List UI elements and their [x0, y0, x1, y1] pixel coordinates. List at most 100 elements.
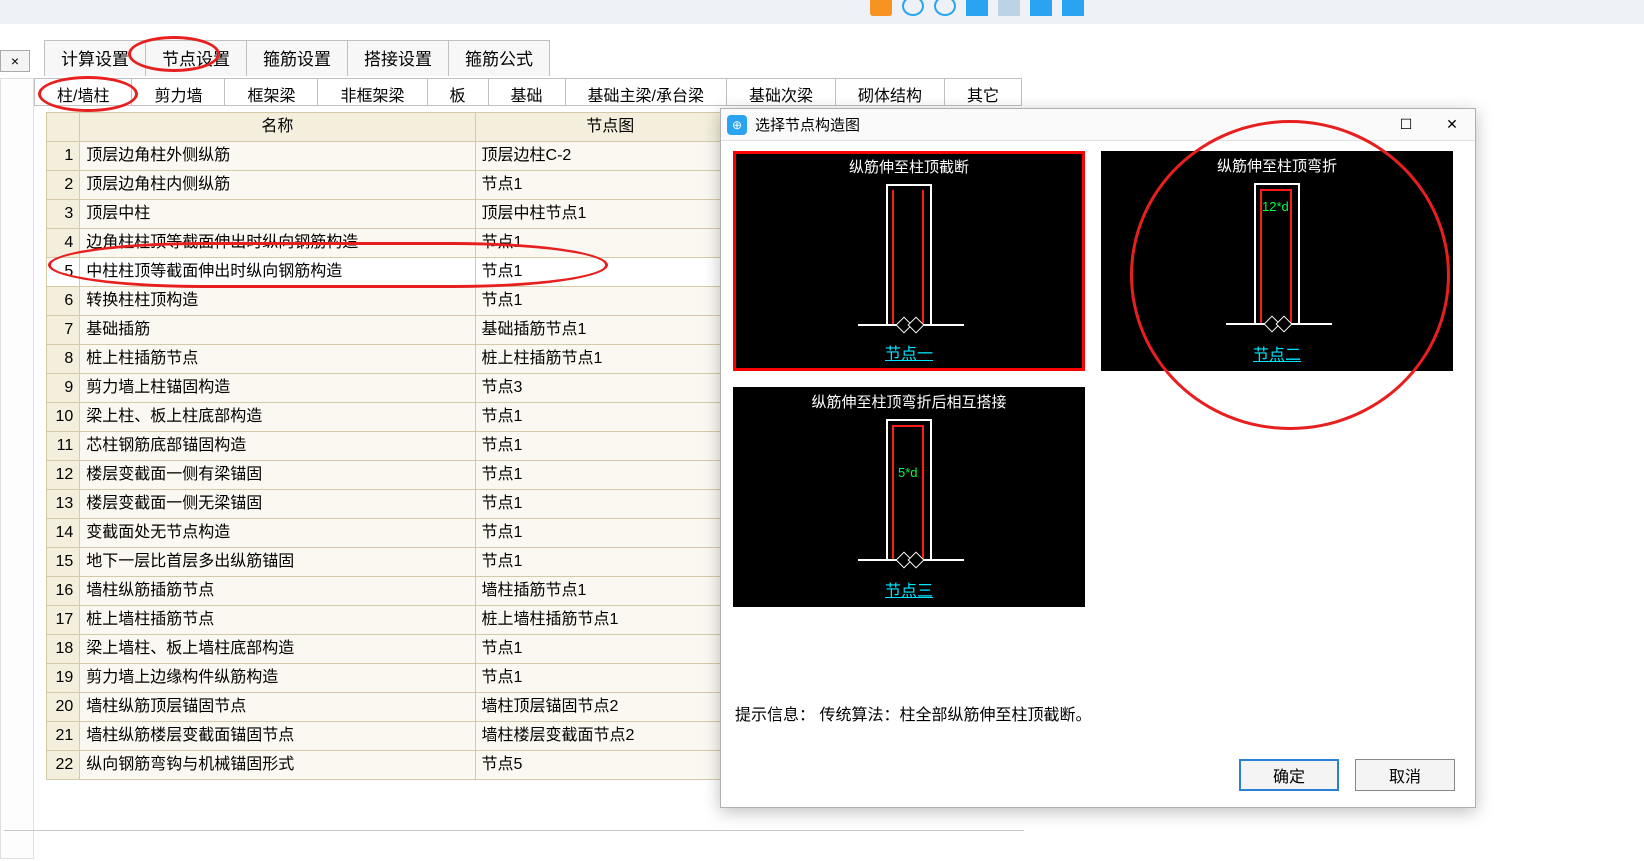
- subtab-shearwall[interactable]: 剪力墙: [132, 79, 225, 105]
- table-row[interactable]: 7基础插筋基础插筋节点1: [47, 316, 746, 345]
- cell-name: 顶层中柱: [80, 200, 475, 229]
- table-row[interactable]: 4边角柱柱顶等截面伸出时纵向钢筋构造节点1: [47, 229, 746, 258]
- row-number: 9: [47, 374, 80, 403]
- table-row[interactable]: 22纵向钢筋弯钩与机械锚固形式节点5: [47, 751, 746, 780]
- cell-node[interactable]: 桩上墙柱插筋节点1: [475, 606, 745, 635]
- ok-button[interactable]: 确定: [1239, 759, 1339, 791]
- table-row[interactable]: 19剪力墙上边缘构件纵筋构造节点1: [47, 664, 746, 693]
- cell-node[interactable]: 节点1: [475, 171, 745, 200]
- tab-node-settings[interactable]: 节点设置: [145, 40, 247, 76]
- table-row[interactable]: 8桩上柱插筋节点桩上柱插筋节点1: [47, 345, 746, 374]
- cell-node[interactable]: 节点5: [475, 751, 745, 780]
- tab-stirrup-settings[interactable]: 箍筋设置: [246, 40, 348, 76]
- cell-node[interactable]: 节点1: [475, 664, 745, 693]
- table-row[interactable]: 20墙柱纵筋顶层锚固节点墙柱顶层锚固节点2: [47, 693, 746, 722]
- node-thumbnail[interactable]: 纵筋伸至柱顶截断节点一: [733, 151, 1085, 371]
- tab-calc-settings[interactable]: 计算设置: [44, 40, 146, 76]
- cell-node[interactable]: 节点1: [475, 287, 745, 316]
- cell-name: 剪力墙上边缘构件纵筋构造: [80, 664, 475, 693]
- table-row[interactable]: 13楼层变截面一侧无梁锚固节点1: [47, 490, 746, 519]
- thumbnail-caption[interactable]: 节点一: [736, 340, 1082, 364]
- row-number: 15: [47, 548, 80, 577]
- cell-node[interactable]: 节点1: [475, 548, 745, 577]
- cell-name: 梁上墙柱、板上墙柱底部构造: [80, 635, 475, 664]
- table-row[interactable]: 11芯柱钢筋底部锚固构造节点1: [47, 432, 746, 461]
- thumbnail-caption[interactable]: 节点三: [735, 577, 1083, 601]
- col-header-node: 节点图: [475, 113, 745, 142]
- cell-node[interactable]: 节点1: [475, 403, 745, 432]
- table-row[interactable]: 1顶层边角柱外侧纵筋顶层边柱C-2: [47, 142, 746, 171]
- cell-node[interactable]: 节点1: [475, 635, 745, 664]
- subtab-frame-beam[interactable]: 框架梁: [225, 79, 318, 105]
- cell-name: 楼层变截面一侧有梁锚固: [80, 461, 475, 490]
- sub-tabs: 柱/墙柱 剪力墙 框架梁 非框架梁 板 基础 基础主梁/承台梁 基础次梁 砌体结…: [34, 78, 1022, 106]
- cell-name: 变截面处无节点构造: [80, 519, 475, 548]
- subtab-found-secbeam[interactable]: 基础次梁: [727, 79, 836, 105]
- cell-node[interactable]: 顶层中柱节点1: [475, 200, 745, 229]
- dimension-label: 5*d: [898, 465, 918, 480]
- cell-name: 墙柱纵筋楼层变截面锚固节点: [80, 722, 475, 751]
- cell-node[interactable]: 基础插筋节点1: [475, 316, 745, 345]
- cell-node[interactable]: 墙柱顶层锚固节点2: [475, 693, 745, 722]
- table-row[interactable]: 5中柱柱顶等截面伸出时纵向钢筋构造节点1: [47, 258, 746, 287]
- toolbar-icon[interactable]: [934, 0, 956, 16]
- toolbar-icon[interactable]: [998, 0, 1020, 16]
- dialog-icon: ⊕: [727, 115, 747, 135]
- cell-name: 芯柱钢筋底部锚固构造: [80, 432, 475, 461]
- toolbar-icon[interactable]: [1062, 0, 1084, 16]
- row-number: 7: [47, 316, 80, 345]
- toolbar-icon[interactable]: [1030, 0, 1052, 16]
- cell-name: 中柱柱顶等截面伸出时纵向钢筋构造: [80, 258, 475, 287]
- toolbar-icon[interactable]: [966, 0, 988, 16]
- cell-node[interactable]: 节点1: [475, 229, 745, 258]
- cell-node[interactable]: 节点1: [475, 519, 745, 548]
- col-header-name: 名称: [80, 113, 475, 142]
- cell-node[interactable]: 节点1: [475, 490, 745, 519]
- row-number: 8: [47, 345, 80, 374]
- cell-node[interactable]: 节点3: [475, 374, 745, 403]
- toolbar-icon[interactable]: [870, 0, 892, 16]
- cell-node[interactable]: 节点1: [475, 461, 745, 490]
- table-row[interactable]: 17桩上墙柱插筋节点桩上墙柱插筋节点1: [47, 606, 746, 635]
- subtab-nonframe-beam[interactable]: 非框架梁: [318, 79, 427, 105]
- dialog-hint: 提示信息： 传统算法：柱全部纵筋伸至柱顶截断。: [735, 701, 1091, 725]
- thumbnail-caption[interactable]: 节点二: [1103, 341, 1451, 365]
- subtab-column[interactable]: 柱/墙柱: [34, 79, 132, 105]
- cell-node[interactable]: 墙柱楼层变截面节点2: [475, 722, 745, 751]
- table-row[interactable]: 6转换柱柱顶构造节点1: [47, 287, 746, 316]
- table-row[interactable]: 2顶层边角柱内侧纵筋节点1: [47, 171, 746, 200]
- cell-name: 剪力墙上柱锚固构造: [80, 374, 475, 403]
- table-row[interactable]: 16墙柱纵筋插筋节点墙柱插筋节点1: [47, 577, 746, 606]
- dialog-maximize-button[interactable]: ☐: [1383, 109, 1429, 139]
- table-row[interactable]: 10梁上柱、板上柱底部构造节点1: [47, 403, 746, 432]
- table-row[interactable]: 18梁上墙柱、板上墙柱底部构造节点1: [47, 635, 746, 664]
- cell-node[interactable]: 桩上柱插筋节点1: [475, 345, 745, 374]
- subtab-found-mainbeam[interactable]: 基础主梁/承台梁: [566, 79, 727, 105]
- table-row[interactable]: 9剪力墙上柱锚固构造节点3: [47, 374, 746, 403]
- table-row[interactable]: 15地下一层比首层多出纵筋锚固节点1: [47, 548, 746, 577]
- subtab-slab[interactable]: 板: [428, 79, 489, 105]
- subtab-other[interactable]: 其它: [945, 79, 1022, 105]
- statusbar-stub: [4, 830, 1024, 856]
- cell-node[interactable]: 节点1: [475, 258, 745, 287]
- row-number: 19: [47, 664, 80, 693]
- table-row[interactable]: 12楼层变截面一侧有梁锚固节点1: [47, 461, 746, 490]
- tab-lap-settings[interactable]: 搭接设置: [347, 40, 449, 76]
- subtab-masonry[interactable]: 砌体结构: [836, 79, 945, 105]
- cell-node[interactable]: 墙柱插筋节点1: [475, 577, 745, 606]
- table-row[interactable]: 14变截面处无节点构造节点1: [47, 519, 746, 548]
- node-thumbnail[interactable]: 纵筋伸至柱顶弯折12*d节点二: [1101, 151, 1453, 371]
- cell-node[interactable]: 顶层边柱C-2: [475, 142, 745, 171]
- dialog-titlebar[interactable]: ⊕ 选择节点构造图 ☐ ✕: [721, 109, 1475, 141]
- cancel-button[interactable]: 取消: [1355, 759, 1455, 791]
- dialog-close-button[interactable]: ✕: [1429, 109, 1475, 139]
- table-row[interactable]: 21墙柱纵筋楼层变截面锚固节点墙柱楼层变截面节点2: [47, 722, 746, 751]
- toolbar-icon[interactable]: [902, 0, 924, 16]
- node-thumbnail[interactable]: 纵筋伸至柱顶弯折后相互搭接5*d节点三: [733, 387, 1085, 607]
- row-number: 5: [47, 258, 80, 287]
- tab-stirrup-formula[interactable]: 箍筋公式: [448, 40, 550, 76]
- row-number: 13: [47, 490, 80, 519]
- subtab-foundation[interactable]: 基础: [489, 79, 566, 105]
- table-row[interactable]: 3顶层中柱顶层中柱节点1: [47, 200, 746, 229]
- cell-node[interactable]: 节点1: [475, 432, 745, 461]
